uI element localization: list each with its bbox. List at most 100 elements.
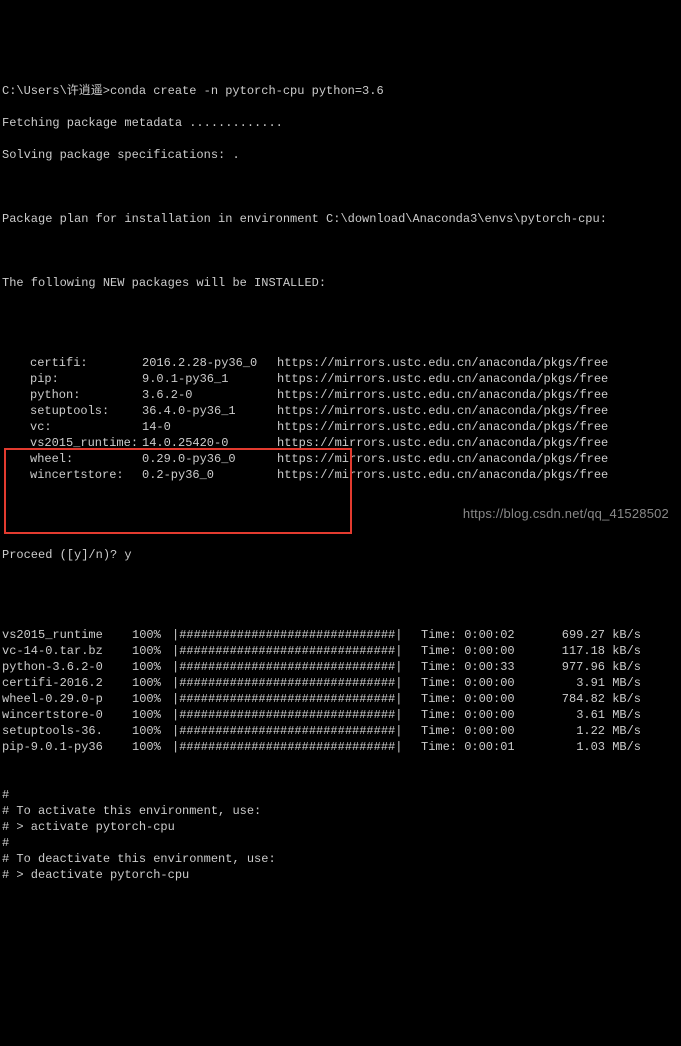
package-list: certifi:2016.2.28-py36_0https://mirrors.… <box>2 355 679 483</box>
dl-name: vs2015_runtime <box>2 627 132 643</box>
pkg-url: https://mirrors.ustc.edu.cn/anaconda/pkg… <box>277 451 679 467</box>
dl-speed: 977.96 kB/s <box>541 659 641 675</box>
dl-percent: 100% <box>132 675 172 691</box>
blank <box>2 179 679 195</box>
dl-percent: 100% <box>132 707 172 723</box>
pkg-name: pip: <box>2 371 142 387</box>
pkg-name: python: <box>2 387 142 403</box>
dl-sep <box>407 723 421 739</box>
fetch-line: Fetching package metadata ............. <box>2 115 679 131</box>
tips-block: ## To activate this environment, use:# >… <box>2 787 679 883</box>
terminal-output[interactable]: C:\Users\许逍遥>conda create -n pytorch-cpu… <box>0 64 681 902</box>
dl-name: wincertstore-0 <box>2 707 132 723</box>
prompt-line: C:\Users\许逍遥>conda create -n pytorch-cpu… <box>2 83 679 99</box>
blank <box>2 307 679 323</box>
dl-progress-bar: |##############################| <box>172 643 407 659</box>
dl-sep <box>407 691 421 707</box>
dl-percent: 100% <box>132 627 172 643</box>
plan-line: Package plan for installation in environ… <box>2 211 679 227</box>
dl-progress-bar: |##############################| <box>172 691 407 707</box>
dl-time: Time: 0:00:00 <box>421 675 541 691</box>
package-row: certifi:2016.2.28-py36_0https://mirrors.… <box>2 355 679 371</box>
dl-sep <box>407 659 421 675</box>
dl-speed: 1.03 MB/s <box>541 739 641 755</box>
pkg-name: setuptools: <box>2 403 142 419</box>
dl-name: wheel-0.29.0-p <box>2 691 132 707</box>
tip-line: # > deactivate pytorch-cpu <box>2 867 679 883</box>
dl-progress-bar: |##############################| <box>172 675 407 691</box>
tip-line: # <box>2 835 679 851</box>
blank <box>2 579 679 595</box>
download-row: certifi-2016.2100%|#####################… <box>2 675 679 691</box>
dl-progress-bar: |##############################| <box>172 659 407 675</box>
package-row: wheel:0.29.0-py36_0https://mirrors.ustc.… <box>2 451 679 467</box>
pkg-name: vc: <box>2 419 142 435</box>
download-list: vs2015_runtime100%|#####################… <box>2 627 679 755</box>
pkg-name: wincertstore: <box>2 467 142 483</box>
dl-name: certifi-2016.2 <box>2 675 132 691</box>
dl-sep <box>407 707 421 723</box>
tip-line: # > activate pytorch-cpu <box>2 819 679 835</box>
pkg-version: 3.6.2-0 <box>142 387 277 403</box>
download-row: vs2015_runtime100%|#####################… <box>2 627 679 643</box>
pkg-url: https://mirrors.ustc.edu.cn/anaconda/pkg… <box>277 403 679 419</box>
dl-progress-bar: |##############################| <box>172 739 407 755</box>
pkg-version: 36.4.0-py36_1 <box>142 403 277 419</box>
pkg-url: https://mirrors.ustc.edu.cn/anaconda/pkg… <box>277 419 679 435</box>
download-row: wincertstore-0100%|#####################… <box>2 707 679 723</box>
blank <box>2 243 679 259</box>
dl-percent: 100% <box>132 643 172 659</box>
pkg-url: https://mirrors.ustc.edu.cn/anaconda/pkg… <box>277 435 679 451</box>
dl-percent: 100% <box>132 723 172 739</box>
solve-line: Solving package specifications: . <box>2 147 679 163</box>
pkg-url: https://mirrors.ustc.edu.cn/anaconda/pkg… <box>277 387 679 403</box>
package-row: pip:9.0.1-py36_1https://mirrors.ustc.edu… <box>2 371 679 387</box>
proceed-line: Proceed ([y]/n)? y <box>2 547 679 563</box>
dl-sep <box>407 675 421 691</box>
download-row: setuptools-36.100%|#####################… <box>2 723 679 739</box>
dl-sep <box>407 643 421 659</box>
pkg-version: 14.0.25420-0 <box>142 435 277 451</box>
pkg-version: 9.0.1-py36_1 <box>142 371 277 387</box>
pkg-version: 2016.2.28-py36_0 <box>142 355 277 371</box>
dl-time: Time: 0:00:00 <box>421 643 541 659</box>
dl-name: setuptools-36. <box>2 723 132 739</box>
dl-speed: 3.91 MB/s <box>541 675 641 691</box>
dl-speed: 699.27 kB/s <box>541 627 641 643</box>
dl-speed: 3.61 MB/s <box>541 707 641 723</box>
dl-name: pip-9.0.1-py36 <box>2 739 132 755</box>
pkg-url: https://mirrors.ustc.edu.cn/anaconda/pkg… <box>277 467 679 483</box>
dl-percent: 100% <box>132 739 172 755</box>
dl-time: Time: 0:00:00 <box>421 723 541 739</box>
package-row: setuptools:36.4.0-py36_1https://mirrors.… <box>2 403 679 419</box>
dl-progress-bar: |##############################| <box>172 627 407 643</box>
dl-name: python-3.6.2-0 <box>2 659 132 675</box>
pkg-url: https://mirrors.ustc.edu.cn/anaconda/pkg… <box>277 371 679 387</box>
tip-line: # To activate this environment, use: <box>2 803 679 819</box>
dl-time: Time: 0:00:01 <box>421 739 541 755</box>
dl-progress-bar: |##############################| <box>172 707 407 723</box>
package-row: vc:14-0https://mirrors.ustc.edu.cn/anaco… <box>2 419 679 435</box>
download-row: pip-9.0.1-py36100%|#####################… <box>2 739 679 755</box>
dl-time: Time: 0:00:33 <box>421 659 541 675</box>
download-row: wheel-0.29.0-p100%|#####################… <box>2 691 679 707</box>
package-row: wincertstore:0.2-py36_0https://mirrors.u… <box>2 467 679 483</box>
dl-sep <box>407 627 421 643</box>
pkg-name: certifi: <box>2 355 142 371</box>
pkg-version: 0.2-py36_0 <box>142 467 277 483</box>
dl-time: Time: 0:00:00 <box>421 691 541 707</box>
download-row: python-3.6.2-0100%|#####################… <box>2 659 679 675</box>
dl-time: Time: 0:00:02 <box>421 627 541 643</box>
tip-line: # To deactivate this environment, use: <box>2 851 679 867</box>
package-row: python:3.6.2-0https://mirrors.ustc.edu.c… <box>2 387 679 403</box>
pkg-name: wheel: <box>2 451 142 467</box>
dl-percent: 100% <box>132 659 172 675</box>
pkg-version: 0.29.0-py36_0 <box>142 451 277 467</box>
dl-name: vc-14-0.tar.bz <box>2 643 132 659</box>
dl-speed: 117.18 kB/s <box>541 643 641 659</box>
download-row: vc-14-0.tar.bz100%|#####################… <box>2 643 679 659</box>
dl-speed: 784.82 kB/s <box>541 691 641 707</box>
dl-speed: 1.22 MB/s <box>541 723 641 739</box>
watermark-text: https://blog.csdn.net/qq_41528502 <box>463 506 669 522</box>
package-row: vs2015_runtime:14.0.25420-0https://mirro… <box>2 435 679 451</box>
